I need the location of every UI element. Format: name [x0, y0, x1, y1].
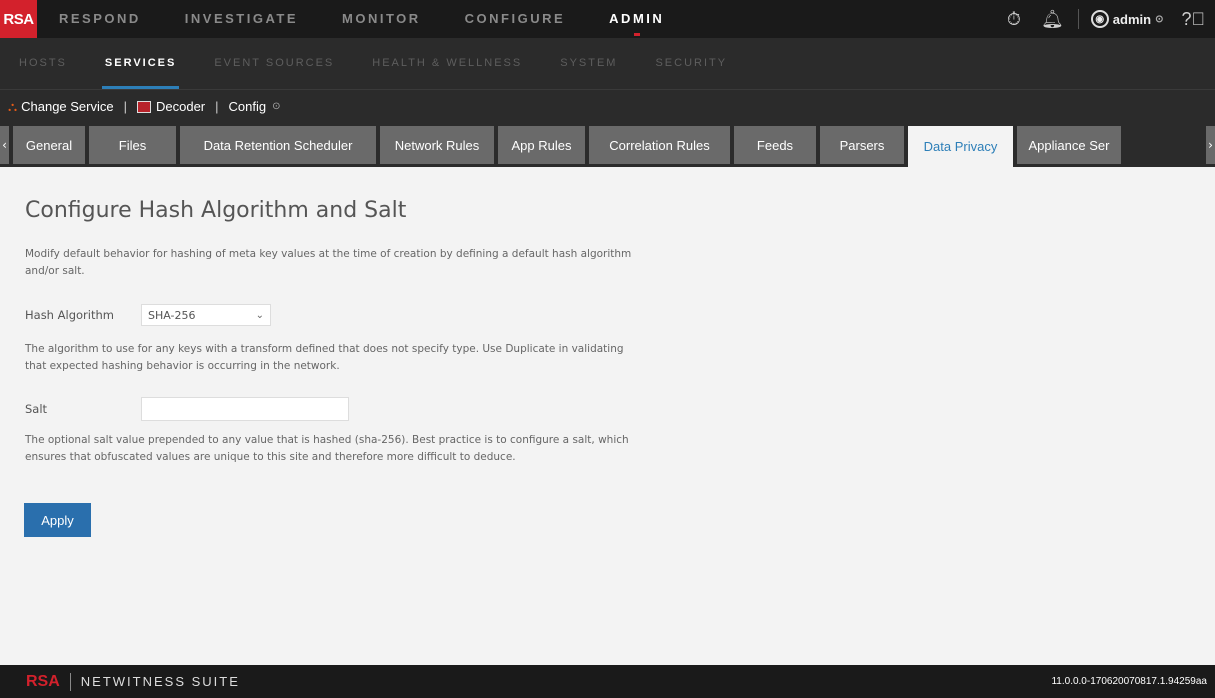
nav-configure[interactable]: CONFIGURE [443, 0, 588, 38]
service-bar: ⛬ Change Service | Decoder | Config ⊙ [0, 89, 1215, 123]
nav-hosts[interactable]: HOSTS [0, 38, 86, 89]
top-navigation-bar: RSA RESPOND INVESTIGATE MONITOR CONFIGUR… [0, 0, 1215, 38]
nav-health-wellness[interactable]: HEALTH & WELLNESS [353, 38, 541, 89]
hash-algorithm-select[interactable]: SHA-256 ⌄ [141, 304, 271, 326]
hierarchy-icon: ⛬ [8, 98, 18, 114]
nav-admin[interactable]: ADMIN [587, 0, 686, 38]
nav-respond[interactable]: RESPOND [37, 0, 163, 38]
divider: | [215, 99, 219, 114]
config-tab-bar: ‹ General Files Data Retention Scheduler… [0, 123, 1215, 167]
nav-system[interactable]: SYSTEM [541, 38, 636, 89]
tab-app-rules[interactable]: App Rules [498, 126, 585, 164]
change-service-button[interactable]: Change Service [21, 99, 114, 114]
nav-investigate[interactable]: INVESTIGATE [163, 0, 320, 38]
salt-description: The optional salt value prepended to any… [25, 434, 629, 463]
divider [69, 672, 71, 691]
intro-description: Modify default behavior for hashing of m… [25, 248, 632, 277]
version-label: 11.0.0.0-170620070817.1.94259aa [1051, 676, 1207, 687]
user-avatar-icon: ◉ [1090, 10, 1109, 28]
decoder-icon [137, 100, 151, 113]
tab-scroll-left-icon[interactable]: ‹ [0, 126, 9, 164]
user-menu[interactable]: ◉ admin ⊙ [1083, 10, 1172, 28]
timer-icon[interactable]: ⏱ [997, 9, 1031, 30]
data-privacy-panel: Configure Hash Algorithm and Salt Modify… [0, 167, 1215, 665]
primary-nav: RESPOND INVESTIGATE MONITOR CONFIGURE AD… [37, 0, 686, 38]
config-tabs: General Files Data Retention Scheduler N… [9, 123, 1206, 167]
tab-parsers[interactable]: Parsers [820, 126, 904, 164]
top-right-tools: ⏱ 🔔︎ ◉ admin ⊙ ?⃝ [997, 0, 1215, 38]
secondary-nav: HOSTS SERVICES EVENT SOURCES HEALTH & WELLN… [0, 38, 746, 89]
footer-rsa-logo: RSA [26, 672, 60, 690]
nav-security[interactable]: SECURITY [636, 38, 746, 89]
product-name: NETWITNESS SUITE [80, 674, 240, 689]
tab-files[interactable]: Files [89, 126, 176, 164]
secondary-nav-bar: HOSTS SERVICES EVENT SOURCES HEALTH & WELLN… [0, 38, 1215, 89]
apply-button[interactable]: Apply [24, 503, 91, 537]
divider: | [123, 99, 127, 114]
username: admin [1112, 11, 1152, 27]
config-view-menu[interactable]: Config [229, 99, 267, 114]
tab-data-retention-scheduler[interactable]: Data Retention Scheduler [180, 126, 376, 164]
hash-algorithm-label: Hash Algorithm [25, 308, 114, 322]
hash-algorithm-value: SHA-256 [148, 308, 196, 322]
salt-label: Salt [25, 402, 48, 416]
tab-correlation-rules[interactable]: Correlation Rules [589, 126, 730, 164]
nav-monitor[interactable]: MONITOR [320, 0, 443, 38]
page-title: Configure Hash Algorithm and Salt [25, 198, 407, 223]
footer-bar: RSA NETWITNESS SUITE 11.0.0.0-1706200708… [0, 665, 1215, 698]
nav-event-sources[interactable]: EVENT SOURCES [195, 38, 353, 89]
tab-feeds[interactable]: Feeds [734, 126, 816, 164]
tab-data-privacy[interactable]: Data Privacy [908, 126, 1013, 167]
bell-icon[interactable]: 🔔︎ [1031, 9, 1074, 30]
salt-input[interactable] [141, 397, 349, 421]
tab-scroll-right-icon[interactable]: › [1206, 126, 1215, 164]
hash-algorithm-description: The algorithm to use for any keys with a… [25, 343, 624, 372]
tab-appliance-services[interactable]: Appliance Ser [1017, 126, 1121, 164]
chevron-down-icon[interactable]: ⊙ [272, 101, 280, 112]
rsa-logo[interactable]: RSA [0, 0, 37, 38]
decoder-service-label[interactable]: Decoder [156, 99, 205, 114]
tab-network-rules[interactable]: Network Rules [380, 126, 494, 164]
tab-general[interactable]: General [13, 126, 85, 164]
help-icon[interactable]: ?⃝ [1171, 9, 1215, 30]
chevron-down-icon: ⊙ [1155, 13, 1164, 25]
divider [1077, 9, 1079, 29]
nav-services[interactable]: SERVICES [86, 38, 195, 89]
chevron-down-icon: ⌄ [255, 309, 264, 321]
